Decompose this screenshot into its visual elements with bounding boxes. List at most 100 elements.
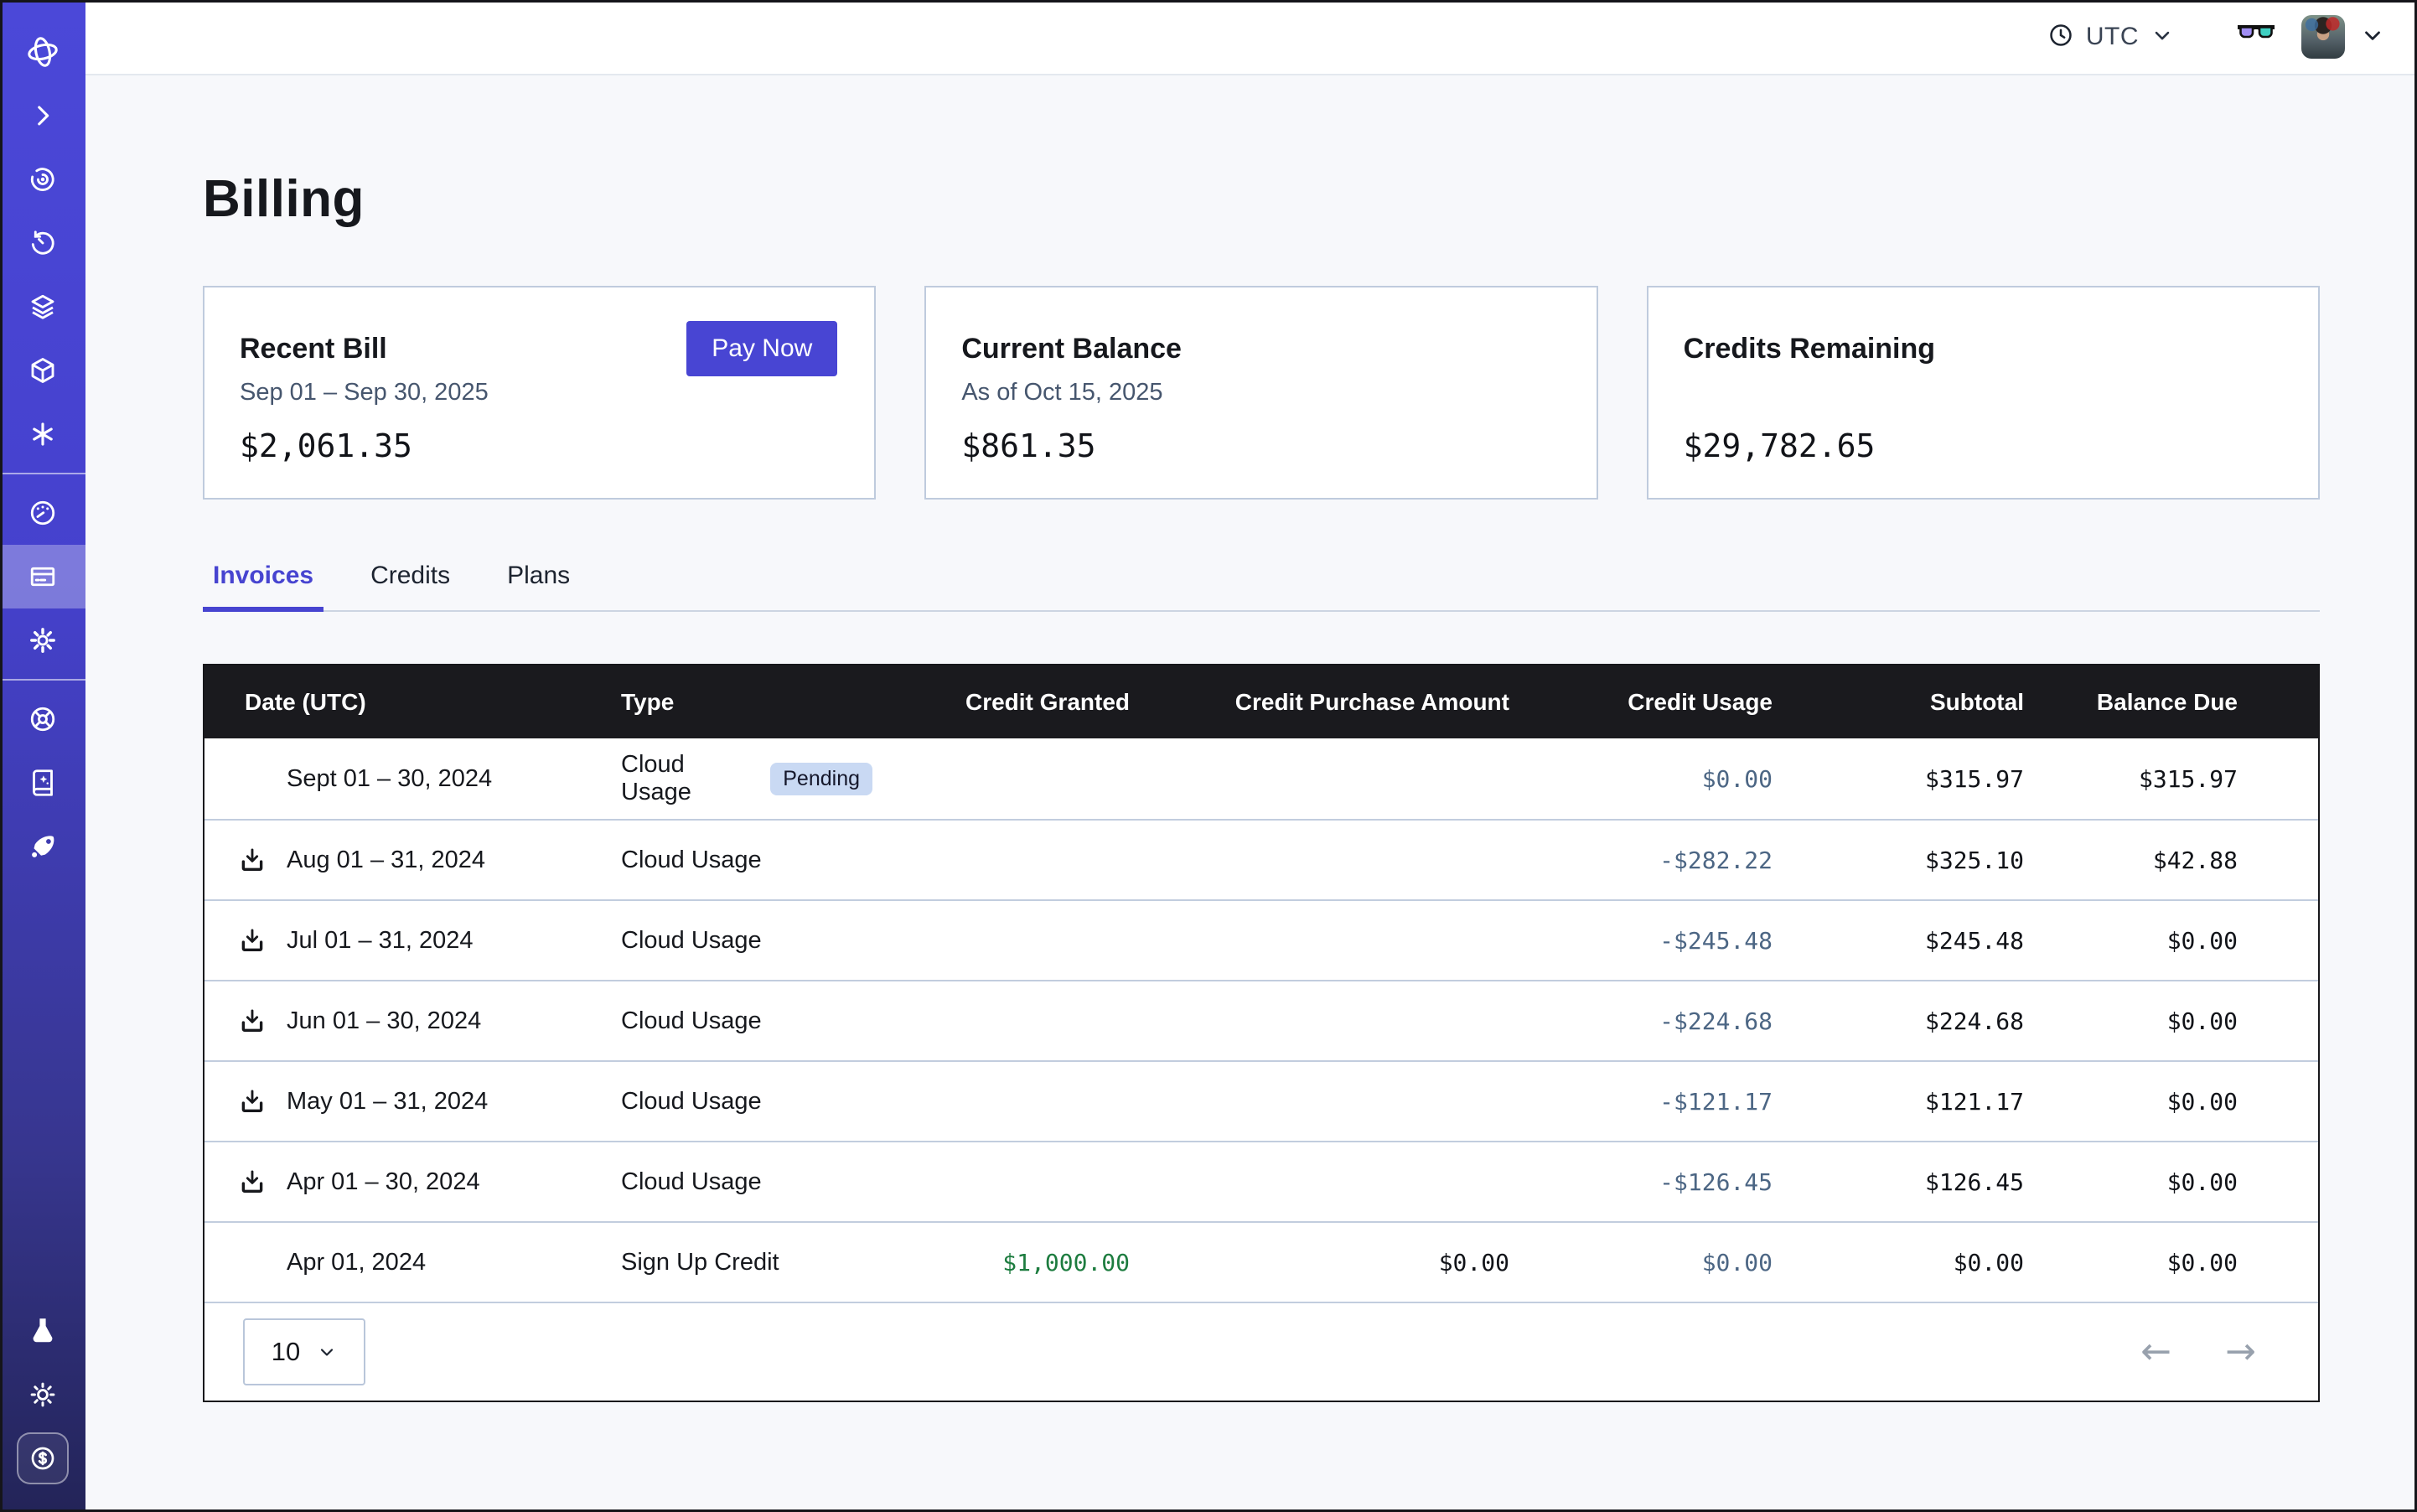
billing-tabs: Invoices Credits Plans bbox=[203, 562, 2320, 612]
invoice-row: Apr 01 – 30, 2024 Cloud Usage -$126.45 $… bbox=[204, 1141, 2318, 1221]
balance-due-value: $0.00 bbox=[2024, 1249, 2318, 1276]
invoice-row: Sept 01 – 30, 2024 Cloud Usage Pending $… bbox=[204, 738, 2318, 819]
status-badge: Pending bbox=[770, 763, 872, 795]
sidebar bbox=[0, 0, 85, 1512]
tab-credits[interactable]: Credits bbox=[360, 562, 460, 610]
column-header-credit-purchase-amount: Credit Purchase Amount bbox=[1130, 689, 1509, 716]
sidebar-item-billing[interactable] bbox=[0, 545, 85, 608]
subtotal-value: $245.48 bbox=[1773, 927, 2024, 955]
card-title: Credits Remaining bbox=[1684, 333, 2283, 365]
invoice-table: Date (UTC) Type Credit Granted Credit Pu… bbox=[203, 664, 2320, 1402]
ship-wheel-icon bbox=[28, 704, 58, 734]
download-invoice-icon[interactable] bbox=[238, 846, 287, 874]
credit-granted-value: $1,000.00 bbox=[872, 1249, 1130, 1276]
eye-scan-icon bbox=[28, 164, 58, 194]
credit-usage-value: -$121.17 bbox=[1509, 1088, 1773, 1116]
credit-purchase-value: $0.00 bbox=[1130, 1249, 1509, 1276]
download-invoice-icon[interactable] bbox=[238, 926, 287, 955]
sun-icon bbox=[28, 1380, 58, 1410]
invoice-date: Jun 01 – 30, 2024 bbox=[287, 1007, 481, 1035]
sidebar-item-cube[interactable] bbox=[0, 339, 85, 402]
page-size-value: 10 bbox=[272, 1337, 300, 1367]
column-header-credit-usage: Credit Usage bbox=[1509, 689, 1773, 716]
card-title: Current Balance bbox=[961, 333, 1560, 365]
topbar: UTC bbox=[85, 0, 2417, 75]
pay-now-button[interactable]: Pay Now bbox=[686, 321, 837, 376]
invoice-date: Apr 01 – 30, 2024 bbox=[287, 1168, 480, 1196]
credit-usage-value: $0.00 bbox=[1509, 765, 1773, 793]
glasses-icon[interactable] bbox=[2236, 23, 2276, 52]
invoice-type: Cloud Usage bbox=[621, 1168, 762, 1196]
sidebar-item-logo[interactable] bbox=[0, 20, 85, 84]
gear-icon bbox=[28, 625, 58, 655]
invoice-type: Cloud Usage bbox=[621, 1088, 762, 1116]
subtotal-value: $315.97 bbox=[1773, 765, 2024, 793]
cube-icon bbox=[28, 355, 58, 386]
invoice-type: Cloud Usage bbox=[621, 927, 762, 955]
card-subtitle: As of Oct 15, 2025 bbox=[961, 379, 1560, 407]
balance-due-value: $0.00 bbox=[2024, 927, 2318, 955]
chevron-down-icon bbox=[2150, 23, 2174, 51]
next-page-arrow-icon[interactable]: → bbox=[2225, 1333, 2256, 1370]
subtotal-value: $126.45 bbox=[1773, 1168, 2024, 1196]
sidebar-divider bbox=[0, 473, 85, 474]
credit-usage-value: -$224.68 bbox=[1509, 1007, 1773, 1035]
pagination-controls: ← → bbox=[2140, 1333, 2256, 1370]
sidebar-item-layers[interactable] bbox=[0, 275, 85, 339]
invoice-row: Jun 01 – 30, 2024 Cloud Usage -$224.68 $… bbox=[204, 980, 2318, 1060]
timezone-label: UTC bbox=[2086, 23, 2139, 51]
invoice-type: Cloud Usage bbox=[621, 847, 762, 874]
invoice-type: Cloud Usage bbox=[621, 1007, 762, 1035]
sidebar-item-monitor[interactable] bbox=[0, 148, 85, 211]
layers-icon bbox=[28, 292, 58, 322]
sidebar-item-credits-rewards[interactable] bbox=[0, 1427, 85, 1490]
invoice-row: May 01 – 31, 2024 Cloud Usage -$121.17 $… bbox=[204, 1060, 2318, 1141]
tab-plans[interactable]: Plans bbox=[497, 562, 580, 610]
subtotal-value: $121.17 bbox=[1773, 1088, 2024, 1116]
user-avatar[interactable] bbox=[2301, 15, 2345, 59]
page-size-select[interactable]: 10 bbox=[243, 1318, 365, 1385]
sidebar-item-settings[interactable] bbox=[0, 608, 85, 672]
invoice-type: Cloud Usage bbox=[621, 751, 755, 806]
subtotal-value: $325.10 bbox=[1773, 847, 2024, 874]
timezone-selector[interactable]: UTC bbox=[2047, 22, 2174, 53]
sidebar-item-expand[interactable] bbox=[0, 84, 85, 148]
invoice-table-body: Sept 01 – 30, 2024 Cloud Usage Pending $… bbox=[204, 738, 2318, 1302]
chevron-down-icon[interactable] bbox=[2360, 23, 2385, 52]
sidebar-item-support[interactable] bbox=[0, 687, 85, 751]
clock-icon bbox=[2047, 22, 2074, 53]
chevron-down-icon bbox=[317, 1342, 337, 1362]
sidebar-divider bbox=[0, 679, 85, 681]
sidebar-item-usage-dashboard[interactable] bbox=[0, 481, 85, 545]
sidebar-item-labs[interactable] bbox=[0, 1299, 85, 1363]
column-header-type: Type bbox=[621, 689, 872, 716]
flask-icon bbox=[28, 1316, 58, 1346]
balance-due-value: $0.00 bbox=[2024, 1168, 2318, 1196]
column-header-balance-due: Balance Due bbox=[2024, 689, 2318, 716]
invoice-date: May 01 – 31, 2024 bbox=[287, 1088, 488, 1116]
sidebar-item-docs[interactable] bbox=[0, 751, 85, 815]
card-subtitle bbox=[1684, 379, 2283, 407]
invoice-row: Jul 01 – 31, 2024 Cloud Usage -$245.48 $… bbox=[204, 899, 2318, 980]
previous-page-arrow-icon[interactable]: ← bbox=[2140, 1333, 2171, 1370]
sidebar-item-history[interactable] bbox=[0, 211, 85, 275]
history-icon bbox=[28, 228, 58, 258]
sidebar-item-theme[interactable] bbox=[0, 1363, 85, 1427]
sidebar-item-asterisk[interactable] bbox=[0, 402, 85, 466]
credits-remaining-amount: $29,782.65 bbox=[1684, 427, 2283, 464]
invoice-date: Apr 01, 2024 bbox=[287, 1249, 426, 1276]
download-invoice-icon[interactable] bbox=[238, 1007, 287, 1035]
tab-invoices[interactable]: Invoices bbox=[203, 562, 323, 610]
rocket-icon bbox=[28, 831, 58, 862]
gauge-icon bbox=[28, 498, 58, 528]
sidebar-item-launch[interactable] bbox=[0, 815, 85, 878]
invoice-row: Apr 01, 2024 Sign Up Credit $1,000.00 $0… bbox=[204, 1221, 2318, 1302]
credit-usage-value: -$245.48 bbox=[1509, 927, 1773, 955]
credit-usage-value: -$126.45 bbox=[1509, 1168, 1773, 1196]
column-header-subtotal: Subtotal bbox=[1773, 689, 2024, 716]
subtotal-value: $224.68 bbox=[1773, 1007, 2024, 1035]
balance-due-value: $0.00 bbox=[2024, 1088, 2318, 1116]
download-invoice-icon[interactable] bbox=[238, 1087, 287, 1116]
current-balance-amount: $861.35 bbox=[961, 427, 1560, 464]
download-invoice-icon[interactable] bbox=[238, 1168, 287, 1196]
